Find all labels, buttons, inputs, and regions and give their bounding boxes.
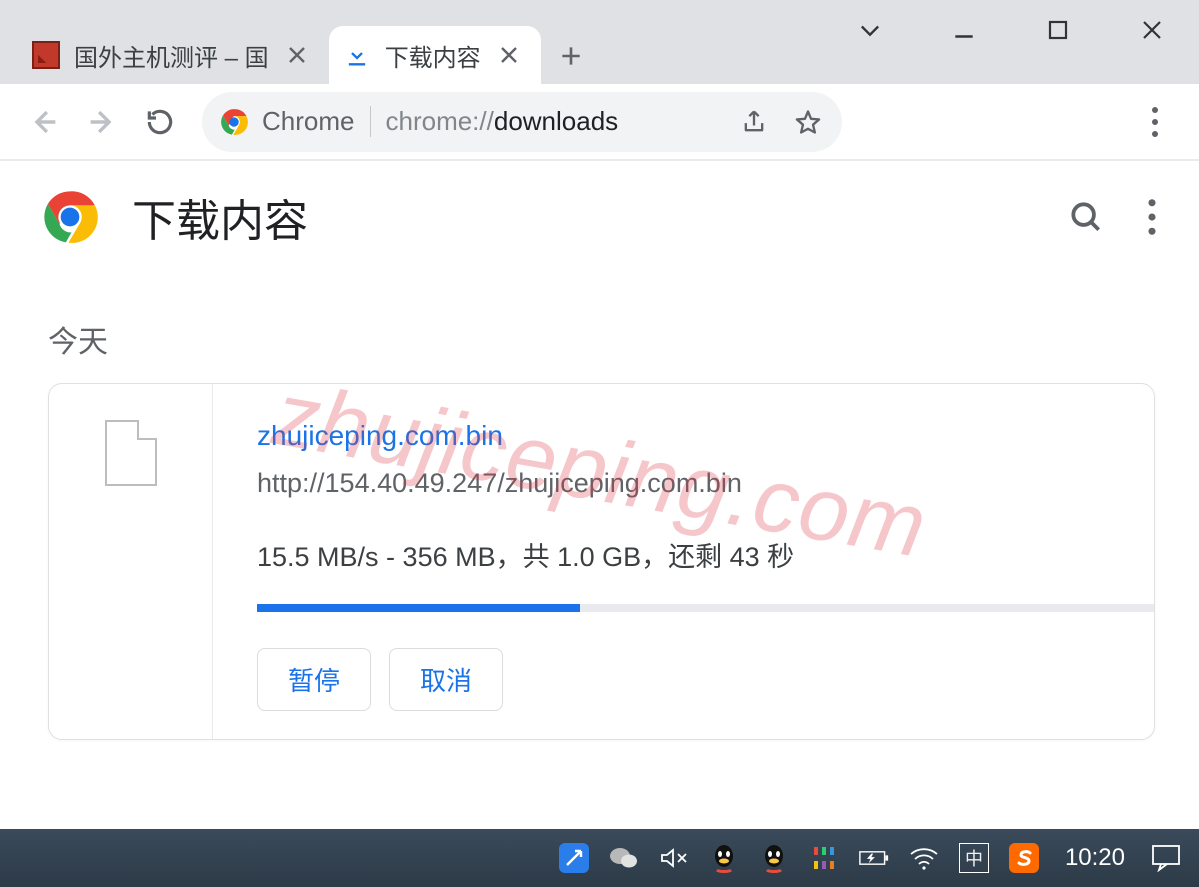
chrome-icon	[220, 108, 248, 136]
taskbar-clock[interactable]: 10:20	[1059, 829, 1131, 887]
window-caret-button[interactable]	[823, 0, 917, 60]
forward-button[interactable]	[76, 96, 128, 148]
tab-strip: 国外主机测评 – 国 下载内容	[18, 18, 595, 84]
omnibox-chip: Chrome	[262, 106, 371, 137]
window-minimize-button[interactable]	[917, 0, 1011, 60]
tab-close-icon[interactable]	[283, 41, 311, 69]
new-tab-button[interactable]	[547, 32, 595, 80]
download-status: 15.5 MB/s - 356 MB，共 1.0 GB，还剩 43 秒	[257, 535, 1154, 574]
pause-button[interactable]: 暂停	[257, 648, 371, 711]
search-icon[interactable]	[1067, 198, 1105, 236]
tab-inactive[interactable]: 国外主机测评 – 国	[18, 26, 329, 84]
window-maximize-button[interactable]	[1011, 0, 1105, 60]
file-icon	[105, 420, 157, 486]
reload-button[interactable]	[134, 96, 186, 148]
browser-menu-button[interactable]	[1129, 96, 1181, 148]
download-card: zhujiceping.com.bin http://154.40.49.247…	[48, 383, 1155, 740]
progress-fill	[257, 604, 580, 612]
share-icon[interactable]	[734, 108, 774, 136]
tab-label: 国外主机测评 – 国	[74, 38, 269, 73]
toolbar: Chrome chrome://downloads	[0, 84, 1199, 159]
action-center-icon[interactable]	[1151, 829, 1181, 887]
window-close-button[interactable]	[1105, 0, 1199, 60]
taskbar: 中 10:20	[0, 829, 1199, 887]
wifi-icon[interactable]	[909, 829, 939, 887]
qq-icon[interactable]	[709, 829, 739, 887]
cancel-button[interactable]: 取消	[389, 648, 503, 711]
tab-close-icon[interactable]	[495, 41, 523, 69]
address-bar[interactable]: Chrome chrome://downloads	[202, 92, 842, 152]
sogou-icon[interactable]	[1009, 829, 1039, 887]
bookmark-star-icon[interactable]	[788, 108, 828, 136]
window-controls	[823, 0, 1199, 60]
qq-icon[interactable]	[759, 829, 789, 887]
download-url: http://154.40.49.247/zhujiceping.com.bin	[257, 468, 1154, 499]
more-menu-icon[interactable]	[1147, 198, 1157, 236]
download-filename[interactable]: zhujiceping.com.bin	[257, 420, 1154, 452]
tray-app-icon[interactable]	[559, 829, 589, 887]
section-today: 今天	[48, 317, 1199, 361]
progress-bar	[257, 604, 1154, 612]
wechat-icon[interactable]	[609, 829, 639, 887]
page-header: 下载内容	[0, 161, 1199, 273]
download-icon	[343, 41, 371, 69]
tab-favicon	[32, 41, 60, 69]
card-icon-area	[49, 384, 213, 739]
titlebar: 国外主机测评 – 国 下载内容	[0, 0, 1199, 84]
page-title: 下载内容	[132, 185, 308, 249]
volume-mute-icon[interactable]	[659, 829, 689, 887]
ime-indicator[interactable]: 中	[959, 829, 989, 887]
chrome-icon	[42, 189, 98, 245]
battery-icon[interactable]	[859, 829, 889, 887]
downloads-page: zhujiceping.com 下载内容 今天	[0, 161, 1199, 829]
back-button[interactable]	[18, 96, 70, 148]
system-tray: 中 10:20	[559, 829, 1199, 887]
omnibox-url: chrome://downloads	[385, 106, 618, 137]
tab-label: 下载内容	[385, 38, 481, 73]
tab-active[interactable]: 下载内容	[329, 26, 541, 84]
tray-colorbars-icon[interactable]	[809, 829, 839, 887]
